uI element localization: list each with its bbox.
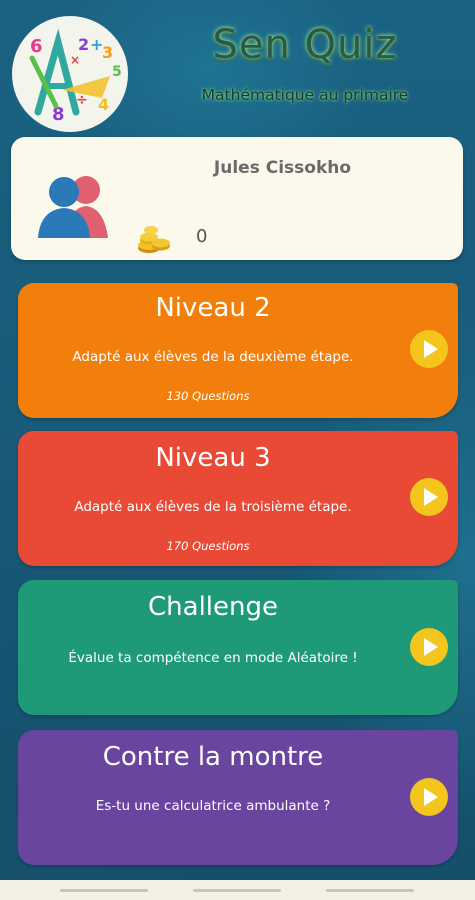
challenge-title: Challenge [148,592,278,622]
coins-icon [137,222,171,254]
users-icon [36,170,112,240]
play-icon[interactable] [410,478,448,516]
svg-text:2: 2 [78,35,89,54]
app-title: Sen Quiz [212,22,398,68]
level-description: Adapté aux élèves de la troisième étape. [74,499,352,515]
timed-mode-title: Contre la montre [102,742,324,772]
svg-text:3: 3 [102,43,113,62]
nav-handle-left[interactable] [60,889,148,892]
level-title: Niveau 3 [155,443,271,473]
app-subtitle: Mathématique au primaire [201,86,409,104]
level-title: Niveau 2 [155,293,271,323]
level-question-count: 130 Questions [166,389,250,403]
timed-mode-description: Es-tu une calculatrice ambulante ? [95,798,331,814]
nav-handle-right[interactable] [326,889,414,892]
challenge-description: Évalue ta compétence en mode Aléatoire ! [68,650,358,666]
coins-count: 0 [196,226,208,247]
svg-text:×: × [70,53,80,67]
username: Jules Cissokho [213,158,352,178]
timed-mode-card[interactable]: Contre la montre Es-tu une calculatrice … [18,730,458,865]
play-icon[interactable] [410,330,448,368]
level-card-niveau-2[interactable]: Niveau 2 Adapté aux élèves de la deuxièm… [18,283,458,418]
challenge-card[interactable]: Challenge Évalue ta compétence en mode A… [18,580,458,715]
play-icon[interactable] [410,628,448,666]
level-card-niveau-3[interactable]: Niveau 3 Adapté aux élèves de la troisiè… [18,431,458,566]
app-logo: 6 2 + 3 × 5 8 4 ÷ [12,16,128,132]
svg-text:4: 4 [98,95,109,114]
play-icon[interactable] [410,778,448,816]
level-description: Adapté aux élèves de la deuxième étape. [72,349,354,365]
svg-text:6: 6 [30,36,43,57]
svg-text:5: 5 [112,64,122,80]
nav-handle-center[interactable] [193,889,281,892]
level-question-count: 170 Questions [166,539,250,553]
